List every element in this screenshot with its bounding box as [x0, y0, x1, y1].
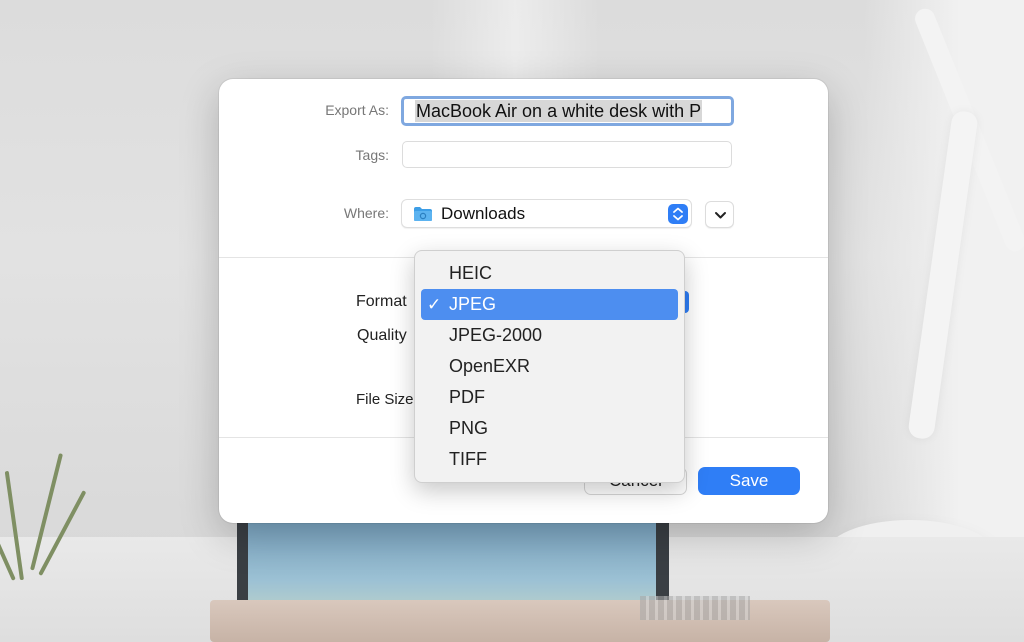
menu-item-label: OpenEXR — [449, 356, 531, 376]
format-menu-item-jpeg-2000[interactable]: JPEG-2000 — [421, 320, 678, 351]
export-as-field[interactable]: MacBook Air on a white desk with P — [401, 96, 734, 126]
format-menu-item-png[interactable]: PNG — [421, 413, 678, 444]
menu-item-label: PNG — [449, 418, 489, 438]
format-popup-edge[interactable] — [685, 291, 689, 313]
checkmark-icon: ✓ — [427, 295, 442, 314]
format-menu-item-openexr[interactable]: OpenEXR — [421, 351, 678, 382]
format-label: Format — [356, 293, 407, 310]
where-label: Where: — [343, 205, 389, 221]
expand-location-button[interactable] — [705, 201, 734, 228]
menu-item-label: PDF — [449, 387, 485, 407]
menu-item-label: JPEG — [449, 294, 497, 314]
format-menu: HEIC ✓ JPEG JPEG-2000 OpenEXR PDF PNG TI… — [414, 250, 685, 483]
format-menu-item-heic[interactable]: HEIC — [421, 258, 678, 289]
tags-label: Tags: — [355, 147, 389, 163]
where-popup-button[interactable]: Downloads — [401, 199, 692, 228]
export-as-value: MacBook Air on a white desk with P — [415, 100, 703, 122]
menu-item-label: HEIC — [449, 263, 493, 283]
background-laptop-keys — [640, 596, 750, 620]
format-menu-item-jpeg[interactable]: ✓ JPEG — [421, 289, 678, 320]
save-button[interactable]: Save — [698, 467, 800, 495]
background-plant — [0, 440, 87, 581]
file-size-label: File Size — [356, 391, 414, 408]
up-down-arrows-icon — [668, 204, 688, 224]
chevron-down-icon — [715, 212, 726, 219]
format-menu-item-pdf[interactable]: PDF — [421, 382, 678, 413]
quality-label: Quality — [357, 327, 407, 344]
folder-icon — [414, 207, 432, 221]
tags-field[interactable] — [402, 141, 732, 168]
menu-item-label: JPEG-2000 — [449, 325, 543, 345]
menu-item-label: TIFF — [449, 449, 487, 469]
format-menu-item-tiff[interactable]: TIFF — [421, 444, 678, 475]
export-as-label: Export As: — [325, 102, 389, 118]
where-value: Downloads — [441, 204, 526, 223]
